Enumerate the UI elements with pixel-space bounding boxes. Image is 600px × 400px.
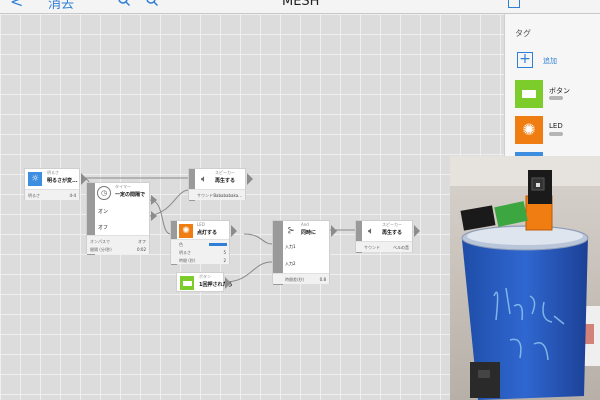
on-label: オン <box>98 209 109 215</box>
tag-label: ボタン <box>549 87 570 95</box>
param-label: 明るさ <box>28 193 40 198</box>
timer-node[interactable]: ◷ タイマー 一定の間隔で オン オフ オンパスで オフ 間隔 (分/秒) 0:… <box>86 182 157 255</box>
node-action: 再生する <box>382 230 403 236</box>
input-1-label: 入力1 <box>285 244 296 249</box>
node-action: 再生する <box>215 178 236 184</box>
tag-led[interactable]: ✺ LED <box>515 116 600 146</box>
param-label: 時間 (秒) <box>179 258 196 263</box>
param-label: 色 <box>179 242 183 247</box>
button-tag-icon <box>515 80 543 108</box>
tags-heading: タグ <box>515 29 531 38</box>
wire-button-and <box>223 261 273 283</box>
param-value[interactable]: オフ <box>138 239 146 245</box>
param-label: サウンド <box>364 245 380 250</box>
prototype-photo-drawing <box>450 156 600 400</box>
node-action: 同時に <box>301 230 317 236</box>
param-value[interactable]: 0:02 <box>137 247 146 252</box>
and-icon: ⊱ <box>287 226 295 236</box>
param-label: 時間差(秒) <box>285 277 305 282</box>
node-caption: 明るさ <box>47 170 59 175</box>
node-caption: And <box>301 222 309 227</box>
param-value[interactable]: 5 <box>223 250 226 255</box>
param-label: 間隔 (分/秒) <box>90 247 112 252</box>
param-value[interactable]: Babababaka... <box>213 193 242 198</box>
add-icon[interactable]: + <box>517 52 533 68</box>
param-label: オンパスで <box>90 239 110 244</box>
connection-wires <box>80 177 355 283</box>
param-value[interactable]: ベルの音 <box>393 245 409 251</box>
node-caption: LED <box>197 222 205 227</box>
brightness-icon: ☼ <box>28 172 42 186</box>
node-caption: タイマー <box>115 184 131 189</box>
speaker-node-2[interactable]: 🔈︎ スピーカー 再生する サウンド ベルの音 <box>355 220 420 253</box>
led-icon: ✺ <box>179 224 193 238</box>
button-icon <box>180 276 194 290</box>
tag-button[interactable]: ボタン <box>515 80 600 110</box>
speaker-icon: 🔈︎ <box>201 173 207 185</box>
param-value[interactable]: 0.8 <box>320 277 326 282</box>
color-swatch[interactable] <box>209 243 227 246</box>
tag-status-indicator <box>549 132 563 136</box>
clock-icon: ◷ <box>97 186 111 200</box>
input-2-label: 入力2 <box>285 261 296 266</box>
param-label: 明るさ <box>179 250 191 255</box>
node-action: 点灯する <box>197 230 218 236</box>
button-node[interactable]: ボタン 1回押されたら <box>176 272 232 292</box>
add-tag-button[interactable]: 追加 <box>543 56 557 66</box>
node-action: 明るさが変... <box>47 178 78 184</box>
tag-label: LED <box>549 122 563 130</box>
share-icon[interactable] <box>508 0 520 8</box>
off-label: オフ <box>98 225 109 231</box>
param-label: サウンド <box>197 193 213 198</box>
node-action: 一定の間隔で <box>115 192 146 198</box>
wire-led-and <box>243 233 273 245</box>
and-node[interactable]: ⊱ And 同時に 入力1 入力2 時間差(秒) 0.8 <box>272 220 337 285</box>
param-value[interactable]: 4-4 <box>69 193 76 198</box>
wire-timer-off-speaker1 <box>149 189 189 217</box>
led-tag-icon: ✺ <box>515 116 543 144</box>
speaker-icon: 🔈︎ <box>368 225 374 237</box>
led-node[interactable]: ✺ LED 点灯する 色 明るさ 5 時間 (秒) 2 <box>170 220 237 265</box>
more-icon[interactable]: ··· <box>571 0 587 8</box>
node-caption: スピーカー <box>382 222 402 227</box>
tag-status-indicator <box>549 96 563 100</box>
prototype-photo <box>450 156 600 400</box>
node-caption: ボタン <box>199 274 211 279</box>
node-caption: スピーカー <box>215 170 235 175</box>
speaker-node-1[interactable]: 🔈︎ スピーカー 再生する サウンド Babababaka... <box>188 168 253 201</box>
param-value[interactable]: 2 <box>223 258 226 263</box>
brightness-node[interactable]: ☼ 明るさ 明るさが変... 明るさ 4-4 <box>24 168 87 200</box>
